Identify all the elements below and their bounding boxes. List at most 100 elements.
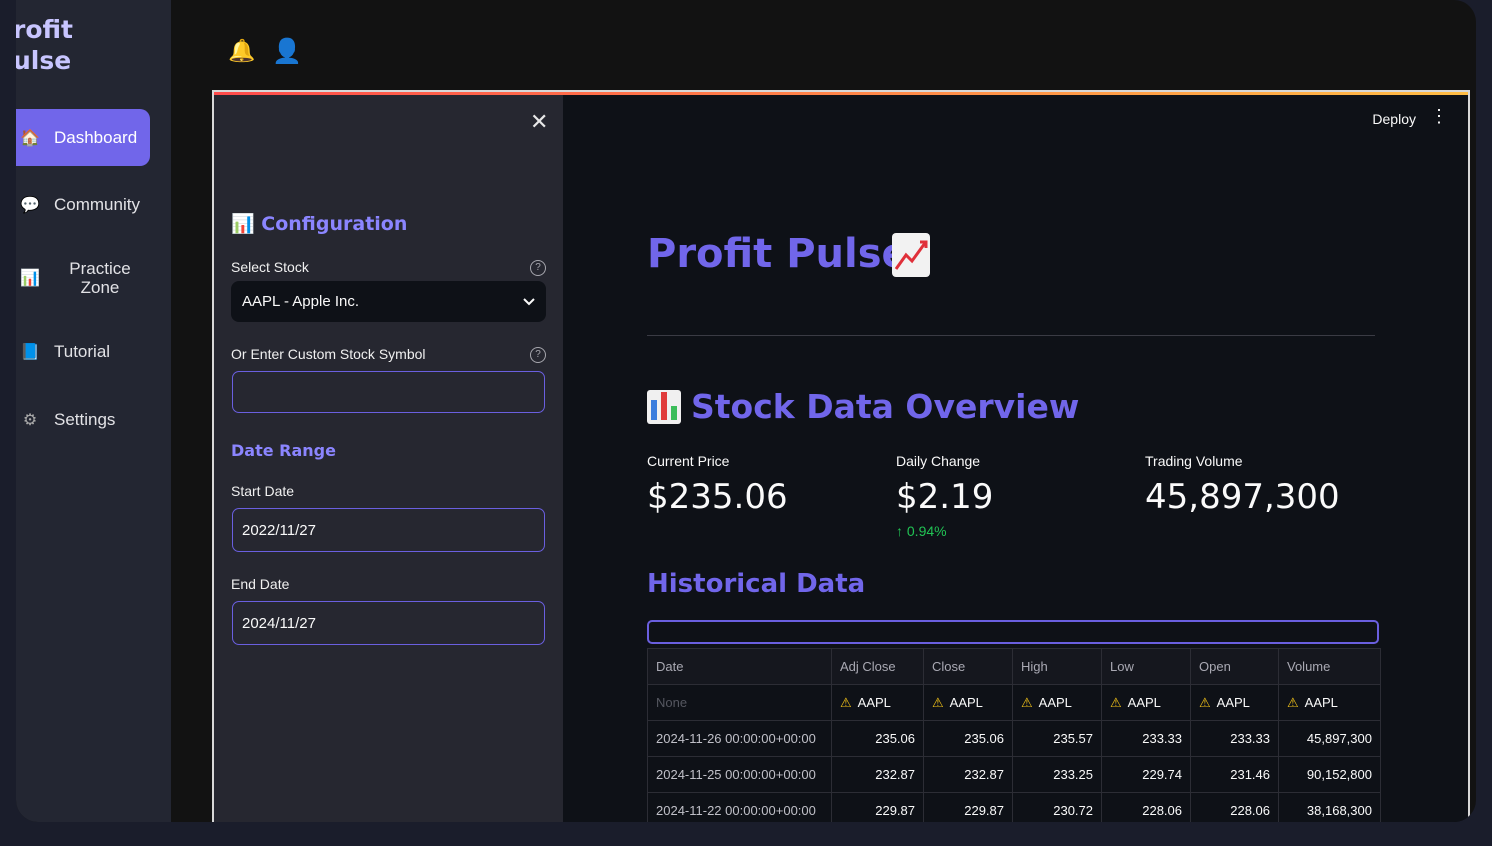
stock-select[interactable]: AAPL - Apple Inc. <box>231 281 546 322</box>
table-row: 2024-11-22 00:00:00+00:00 229.87 229.87 … <box>647 792 1381 822</box>
column-header[interactable]: Volume <box>1278 648 1381 685</box>
table-cell[interactable]: 232.87 <box>831 756 924 793</box>
column-header[interactable]: Adj Close <box>831 648 924 685</box>
end-date-input[interactable]: 2024/11/27 <box>232 601 545 645</box>
table-cell[interactable]: ⚠ AAPL <box>1012 684 1102 721</box>
historical-heading: Historical Data <box>647 569 866 599</box>
arrow-up-icon: ↑ <box>896 523 907 539</box>
nav-item-dashboard[interactable]: 🏠 Dashboard <box>16 109 150 166</box>
divider <box>647 335 1375 336</box>
table-cell[interactable]: ⚠ AAPL <box>1278 684 1381 721</box>
historical-data-table[interactable]: Date Adj Close Close High Low Open Volum… <box>647 648 1381 822</box>
metric-delta: ↑ 0.94% <box>896 523 993 539</box>
warning-icon: ⚠ <box>1021 694 1033 710</box>
nav-item-practice-zone[interactable]: 📊 Practice Zone <box>16 258 150 298</box>
warning-icon: ⚠ <box>932 694 944 710</box>
metric-trading-volume: Trading Volume 45,897,300 <box>1145 453 1340 517</box>
nav-item-label: Community <box>54 195 140 214</box>
table-cell[interactable]: 229.87 <box>831 792 924 822</box>
table-row-ticker: None ⚠ AAPL ⚠ AAPL ⚠ AAPL ⚠ AAPL ⚠ AAPL ⚠ AAPL <box>647 684 1381 721</box>
warning-icon: ⚠ <box>1199 694 1211 710</box>
start-date-label: Start Date <box>231 483 295 499</box>
column-header[interactable]: Open <box>1190 648 1279 685</box>
app-header: Deploy ⋮ <box>563 95 1468 141</box>
ticker-label: AAPL <box>1216 694 1250 710</box>
column-header[interactable]: Date <box>647 648 832 685</box>
main-menu-icon[interactable]: ⋮ <box>1430 107 1448 125</box>
metric-label: Daily Change <box>896 453 981 469</box>
main-content: Profit Pulse Stock Data Overview Current… <box>563 141 1468 822</box>
metric-label: Current Price <box>647 453 730 469</box>
metric-value: $235.06 <box>647 477 788 517</box>
table-toolbar[interactable] <box>647 620 1379 644</box>
speech-bubble-icon: 💬 <box>20 197 40 214</box>
close-icon[interactable]: ✕ <box>530 109 548 135</box>
table-cell[interactable]: ⚠ AAPL <box>923 684 1013 721</box>
bell-icon[interactable]: 🔔 <box>228 38 255 64</box>
help-icon[interactable]: ? <box>530 260 546 276</box>
start-date-input[interactable]: 2022/11/27 <box>232 508 545 552</box>
table-cell[interactable]: 90,152,800 <box>1278 756 1381 793</box>
table-row: 2024-11-25 00:00:00+00:00 232.87 232.87 … <box>647 756 1381 793</box>
nav-item-label: Settings <box>54 410 116 429</box>
table-cell[interactable]: 2024-11-22 00:00:00+00:00 <box>647 792 832 822</box>
metric-daily-change: Daily Change $2.19 ↑ 0.94% <box>896 453 993 539</box>
gear-icon: ⚙ <box>22 412 38 429</box>
column-header[interactable]: High <box>1012 648 1102 685</box>
table-cell[interactable]: 228.06 <box>1101 792 1191 822</box>
user-icon[interactable]: 👤 <box>272 37 302 66</box>
table-cell[interactable]: 228.06 <box>1190 792 1279 822</box>
ticker-label: AAPL <box>949 694 983 710</box>
deploy-button[interactable]: Deploy <box>1372 111 1416 127</box>
table-cell[interactable]: 233.33 <box>1101 720 1191 757</box>
warning-icon: ⚠ <box>1287 694 1299 710</box>
metric-current-price: Current Price $235.06 <box>647 453 788 517</box>
overview-heading-text: Stock Data Overview <box>691 387 1080 426</box>
brand-line-1: rofit <box>16 15 73 44</box>
table-cell[interactable]: 235.57 <box>1012 720 1102 757</box>
table-cell[interactable]: 2024-11-25 00:00:00+00:00 <box>647 756 832 793</box>
table-cell[interactable]: 235.06 <box>831 720 924 757</box>
table-cell[interactable]: 229.74 <box>1101 756 1191 793</box>
table-cell[interactable]: 2024-11-26 00:00:00+00:00 <box>647 720 832 757</box>
warning-icon: ⚠ <box>1110 694 1122 710</box>
nav-item-label: Dashboard <box>54 127 138 147</box>
table-cell[interactable]: 235.06 <box>923 720 1013 757</box>
left-nav: rofit ulse 🏠 Dashboard 💬 Community 📊 Pra… <box>16 0 171 822</box>
nav-item-label: Tutorial <box>54 342 111 361</box>
table-cell[interactable]: None <box>647 684 832 721</box>
stock-select-value: AAPL - Apple Inc. <box>242 293 360 310</box>
table-cell[interactable]: 229.87 <box>923 792 1013 822</box>
help-icon[interactable]: ? <box>530 347 546 363</box>
brand-line-2: ulse <box>16 46 72 75</box>
nav-item-community[interactable]: 💬 Community <box>16 192 150 218</box>
column-header[interactable]: Close <box>923 648 1013 685</box>
table-cell[interactable]: 233.33 <box>1190 720 1279 757</box>
nav-item-tutorial[interactable]: 📘 Tutorial <box>16 339 150 365</box>
nav-item-label: Practice Zone <box>69 259 131 297</box>
custom-symbol-input[interactable] <box>232 371 545 413</box>
table-header-row: Date Adj Close Close High Low Open Volum… <box>647 648 1381 685</box>
table-cell[interactable]: 231.46 <box>1190 756 1279 793</box>
table-cell[interactable]: ⚠ AAPL <box>1101 684 1191 721</box>
page-title: Profit Pulse <box>647 231 909 277</box>
metric-value: $2.19 <box>896 477 994 517</box>
table-cell[interactable]: 233.25 <box>1012 756 1102 793</box>
table-row: 2024-11-26 00:00:00+00:00 235.06 235.06 … <box>647 720 1381 757</box>
table-cell[interactable]: ⚠ AAPL <box>831 684 924 721</box>
table-cell[interactable]: 232.87 <box>923 756 1013 793</box>
metric-label: Trading Volume <box>1145 453 1243 469</box>
configuration-heading: 📊 Configuration <box>231 213 408 235</box>
table-cell[interactable]: 38,168,300 <box>1278 792 1381 822</box>
table-cell[interactable]: 230.72 <box>1012 792 1102 822</box>
table-cell[interactable]: ⚠ AAPL <box>1190 684 1279 721</box>
table-cell[interactable]: 45,897,300 <box>1278 720 1381 757</box>
bar-chart-icon <box>647 389 681 424</box>
app-window: rofit ulse 🏠 Dashboard 💬 Community 📊 Pra… <box>16 0 1476 822</box>
overview-heading: Stock Data Overview <box>647 387 1079 426</box>
config-sidebar: ✕ 📊 Configuration Select Stock ? AAPL - … <box>214 95 563 822</box>
ticker-label: AAPL <box>1038 694 1072 710</box>
column-header[interactable]: Low <box>1101 648 1191 685</box>
book-icon: 📘 <box>20 344 40 361</box>
nav-item-settings[interactable]: ⚙ Settings <box>16 407 150 433</box>
